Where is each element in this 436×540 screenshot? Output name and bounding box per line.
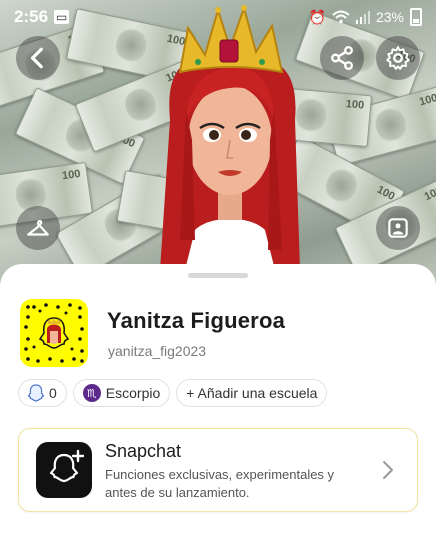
display-name: Yanitza Figueroa [107, 308, 286, 333]
ghost-icon [28, 384, 44, 402]
bitmoji-avatar[interactable] [150, 0, 310, 270]
outfit-button[interactable] [16, 206, 60, 250]
zodiac-label: Escorpio [105, 385, 161, 401]
profile-sheet: Yanitza Figueroa yanitza_fig2023 0 ♏ Esc… [0, 264, 436, 540]
image-frame-icon [388, 218, 408, 238]
add-school-label: + Añadir una escuela [186, 385, 318, 401]
snapcode-bitmoji-icon [39, 317, 69, 349]
username[interactable]: yanitza_fig2023 [108, 343, 206, 359]
scorpio-icon: ♏ [82, 384, 101, 402]
battery-percent: 23% [375, 9, 404, 25]
card-description: Funciones exclusivas, experimentales y a… [105, 467, 335, 500]
zodiac-chip[interactable]: ♏ Escorpio [72, 379, 171, 407]
status-time: 2:56 [14, 7, 49, 26]
back-arrow-icon [30, 47, 43, 69]
profile-chips: 0 ♏ Escorpio + Añadir una escuela [18, 379, 328, 407]
status-bar: 2:56 ▭ ⏰ 23% [0, 0, 436, 34]
share-icon [331, 45, 353, 71]
screen-mirror-icon: ▭ [54, 10, 70, 24]
share-button[interactable] [320, 36, 364, 80]
snapcode[interactable] [20, 299, 88, 367]
chevron-right-icon [383, 461, 393, 479]
snapchat-plus-logo [36, 442, 92, 498]
add-school-chip[interactable]: + Añadir una escuela [176, 379, 328, 407]
back-button[interactable] [16, 36, 60, 80]
wifi-icon [332, 10, 350, 24]
hanger-icon [27, 220, 49, 236]
alarm-icon: ⏰ [308, 8, 326, 25]
change-background-button[interactable] [376, 206, 420, 250]
snapchat-plus-icon [49, 449, 85, 483]
battery-icon [410, 8, 422, 26]
signal-icon [355, 11, 370, 24]
card-title: Snapchat [105, 441, 182, 461]
friends-chip[interactable]: 0 [18, 379, 67, 407]
settings-button[interactable] [376, 36, 420, 80]
status-right: ⏰ 23% [309, 8, 422, 26]
gear-icon [386, 46, 410, 70]
sheet-drag-handle[interactable] [188, 273, 248, 278]
snapchat-plus-card[interactable]: Snapchat Funciones exclusivas, experimen… [18, 428, 418, 512]
friends-count: 0 [49, 385, 57, 401]
